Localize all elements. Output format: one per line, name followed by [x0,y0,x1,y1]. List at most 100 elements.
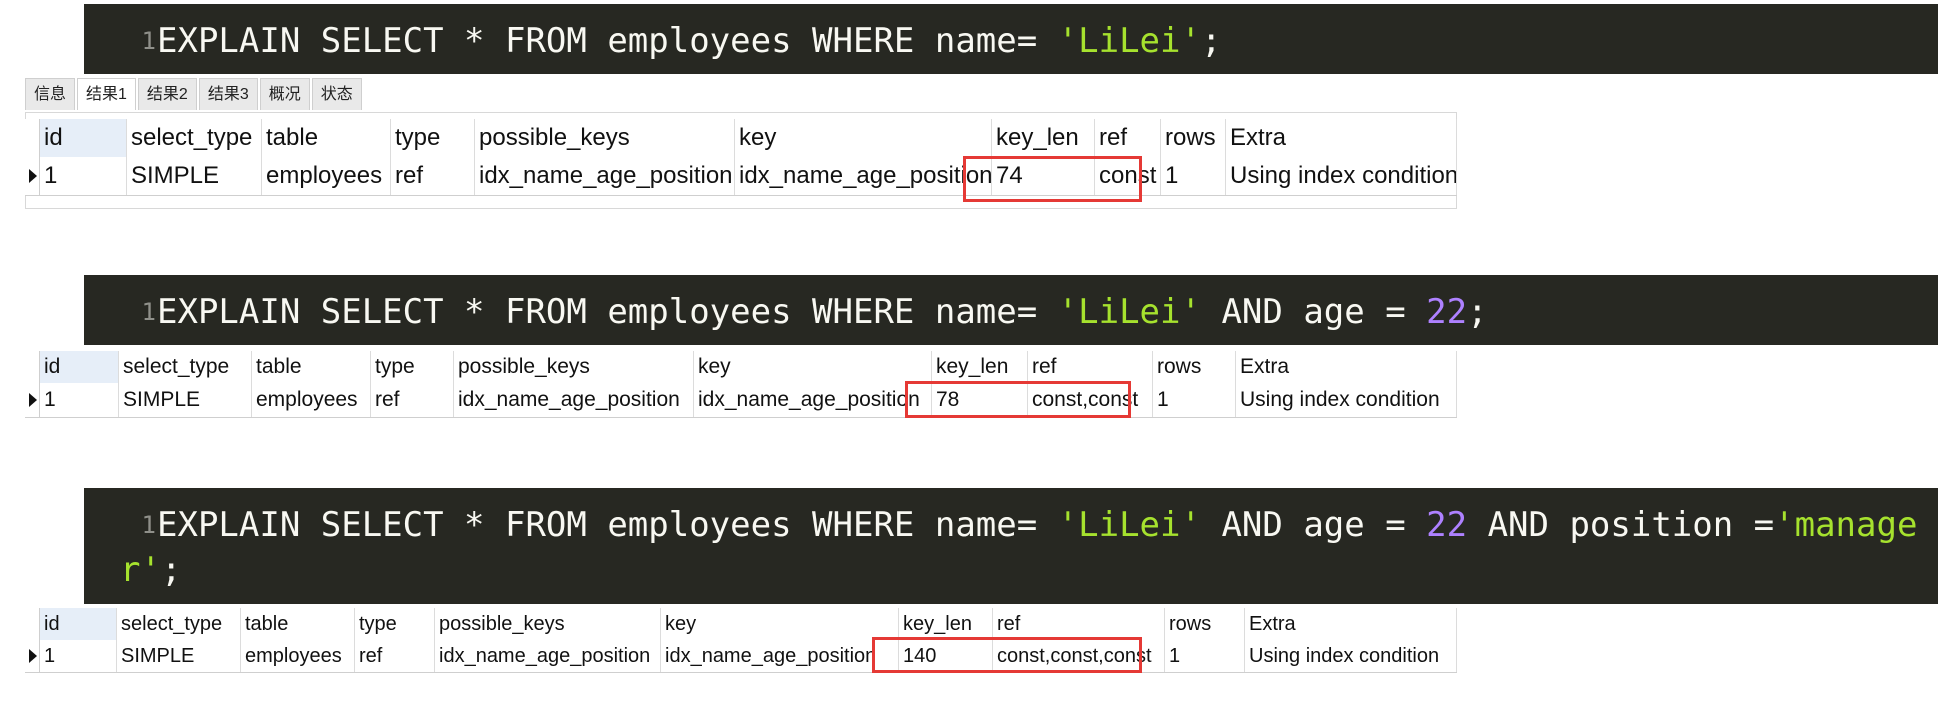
sql-token: AND position = [1467,505,1775,545]
column-header-table[interactable]: table [262,119,391,157]
column-header-ref[interactable]: ref [993,608,1165,640]
cell-possible-keys[interactable]: idx_name_age_position [475,157,735,195]
sql-token: AND age = [1200,505,1427,545]
sql-token: EXPLAIN SELECT * FROM employees WHERE na… [157,21,1058,61]
highlight-box [963,156,1142,202]
column-header-possible-keys[interactable]: possible_keys [454,351,694,383]
sql-token: ; [1467,292,1488,332]
cell-table[interactable]: employees [241,640,355,672]
column-header-possible-keys[interactable]: possible_keys [435,608,661,640]
sql-string-token: 'LiLei' [1057,21,1201,61]
column-header-id[interactable]: id [40,608,117,640]
row-gutter [25,157,40,195]
table-row[interactable]: 1 SIMPLE employees ref idx_name_age_position… [25,640,1457,673]
row-gutter [25,640,40,672]
sql-line: EXPLAIN SELECT * FROM employees WHERE na… [157,505,1917,545]
cell-possible-keys[interactable]: idx_name_age_position [454,383,694,417]
sql-string-token: r' [120,550,161,590]
column-header-key-len[interactable]: key_len [992,119,1095,157]
result-grid-1: id select_type table type possible_keys key ke… [25,119,1457,196]
column-header-extra[interactable]: Extra [1245,608,1457,640]
column-header-type[interactable]: type [391,119,475,157]
sql-token: ; [1200,21,1222,61]
tab-result-1[interactable]: 结果1 [77,78,136,110]
column-header-extra[interactable]: Extra [1236,351,1457,383]
column-header-rows[interactable]: rows [1153,351,1236,383]
column-header-key-len[interactable]: key_len [932,351,1028,383]
sql-string-token: 'manage [1774,505,1918,545]
column-header-select-type[interactable]: select_type [117,608,241,640]
sql-line: EXPLAIN SELECT * FROM employees WHERE na… [157,292,1488,332]
row-gutter [25,119,40,157]
table-header-row: id select_type table type possible_keys key ke… [25,608,1457,641]
tab-result-2[interactable]: 结果2 [137,78,197,110]
cell-extra[interactable]: Using index condition [1226,157,1457,195]
highlight-box [905,381,1131,418]
sql-number-token: 22 [1426,505,1468,545]
sql-token: ; [160,550,182,590]
cell-select-type[interactable]: SIMPLE [127,157,262,195]
cell-extra[interactable]: Using index condition [1245,640,1457,672]
cell-key[interactable]: idx_name_age_position [694,383,932,417]
cell-type[interactable]: ref [391,157,475,195]
tab-status[interactable]: 状态 [311,78,362,110]
column-header-key[interactable]: key [735,119,992,157]
table-header-row: id select_type table type possible_keys key ke… [25,351,1457,384]
sql-editor-1[interactable]: 1 EXPLAIN SELECT * FROM employees WHERE … [84,4,1938,74]
column-header-extra[interactable]: Extra [1226,119,1457,157]
cell-key[interactable]: idx_name_age_position [735,157,992,195]
column-header-rows[interactable]: rows [1161,119,1226,157]
tab-info[interactable]: 信息 [25,78,76,110]
cell-rows[interactable]: 1 [1161,157,1226,195]
cell-key[interactable]: idx_name_age_position [661,640,899,672]
cell-table[interactable]: employees [262,157,391,195]
table-row[interactable]: 1 SIMPLE employees ref idx_name_age_position… [25,157,1457,196]
column-header-type[interactable]: type [371,351,454,383]
sql-string-token: 'LiLei' [1057,292,1201,332]
cell-id[interactable]: 1 [40,640,117,672]
column-header-type[interactable]: type [355,608,435,640]
line-number: 1 [141,27,156,55]
column-header-key[interactable]: key [694,351,932,383]
result-grid-3: id select_type table type possible_keys key ke… [25,608,1457,673]
cell-possible-keys[interactable]: idx_name_age_position [435,640,661,672]
cell-id[interactable]: 1 [40,157,127,195]
cell-rows[interactable]: 1 [1153,383,1236,417]
cell-table[interactable]: employees [252,383,371,417]
cell-select-type[interactable]: SIMPLE [119,383,252,417]
sql-token: AND age = [1200,292,1427,332]
current-row-arrow-icon [29,649,37,663]
column-header-possible-keys[interactable]: possible_keys [475,119,735,157]
current-row-arrow-icon [29,393,37,407]
sql-token: EXPLAIN SELECT * FROM employees WHERE na… [157,292,1058,332]
column-header-key-len[interactable]: key_len [899,608,993,640]
cell-select-type[interactable]: SIMPLE [117,640,241,672]
sql-number-token: 22 [1426,292,1468,332]
line-number: 1 [141,511,156,539]
sql-editor-2[interactable]: 1 EXPLAIN SELECT * FROM employees WHERE … [84,275,1938,345]
sql-string-token: 'LiLei' [1057,505,1201,545]
column-header-ref[interactable]: ref [1095,119,1161,157]
sql-editor-3[interactable]: 1 EXPLAIN SELECT * FROM employees WHERE … [84,488,1938,604]
column-header-id[interactable]: id [40,351,119,383]
column-header-select-type[interactable]: select_type [119,351,252,383]
column-header-id[interactable]: id [40,119,127,157]
column-header-table[interactable]: table [252,351,371,383]
column-header-rows[interactable]: rows [1165,608,1245,640]
line-number: 1 [141,298,156,326]
column-header-key[interactable]: key [661,608,899,640]
tab-overview[interactable]: 概况 [259,78,310,110]
table-header-row: id select_type table type possible_keys key ke… [25,119,1457,158]
cell-type[interactable]: ref [371,383,454,417]
sql-line: EXPLAIN SELECT * FROM employees WHERE na… [157,21,1221,61]
column-header-ref[interactable]: ref [1028,351,1153,383]
cell-id[interactable]: 1 [40,383,119,417]
column-header-table[interactable]: table [241,608,355,640]
table-row[interactable]: 1 SIMPLE employees ref idx_name_age_position… [25,383,1457,418]
cell-rows[interactable]: 1 [1165,640,1245,672]
cell-type[interactable]: ref [355,640,435,672]
current-row-arrow-icon [29,169,37,183]
tab-result-3[interactable]: 结果3 [198,78,258,110]
column-header-select-type[interactable]: select_type [127,119,262,157]
cell-extra[interactable]: Using index condition [1236,383,1457,417]
